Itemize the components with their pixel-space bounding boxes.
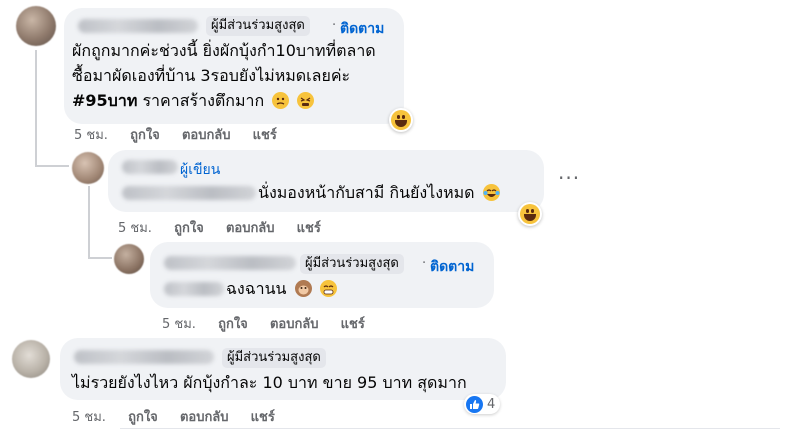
comment-text: ราคาสร้างตึกมาก xyxy=(142,91,265,110)
reply-button[interactable]: ตอบกลับ xyxy=(182,124,231,145)
comment-bubble: ผู้มีส่วนร่วมสูงสุด · ติดตาม ผักถูกมากค่… xyxy=(64,8,404,124)
like-button[interactable]: ถูกใจ xyxy=(128,406,158,427)
hashtag-link[interactable]: #95บาท xyxy=(72,91,137,110)
avatar[interactable] xyxy=(16,6,56,46)
comment-actions: 5 ชม. ถูกใจ ตอบกลับ แชร์ xyxy=(74,124,277,145)
tears-of-joy-icon xyxy=(482,184,500,201)
timestamp[interactable]: 5 ชม. xyxy=(72,406,106,427)
avatar[interactable] xyxy=(114,244,144,274)
avatar[interactable] xyxy=(12,340,50,378)
comment-text: ไม่รวยยังไงไหว ผักบุ้งกำละ 10 บาท ขาย 95… xyxy=(72,373,467,392)
avatar[interactable] xyxy=(72,152,104,184)
reply-button[interactable]: ตอบกลับ xyxy=(270,313,319,334)
comment-text: นั่งมองหน้ากับสามี กินยังไงหมด xyxy=(258,182,500,204)
monkey-face-icon xyxy=(294,280,312,297)
reply-button[interactable]: ตอบกลับ xyxy=(226,217,275,238)
separator-dot: · xyxy=(422,256,427,271)
top-fan-badge: ผู้มีส่วนร่วมสูงสุด xyxy=(222,348,326,368)
thread-line xyxy=(88,186,90,258)
top-fan-badge: ผู้มีส่วนร่วมสูงสุด xyxy=(300,254,404,274)
commenter-name[interactable] xyxy=(78,19,198,33)
like-count: 4 xyxy=(487,396,496,412)
like-button[interactable]: ถูกใจ xyxy=(218,313,248,334)
share-button[interactable]: แชร์ xyxy=(251,406,275,427)
more-dots-icon[interactable]: ··· xyxy=(558,166,580,190)
comment-bubble: ผู้มีส่วนร่วมสูงสุด ไม่รวยยังไงไหว ผักบุ… xyxy=(60,338,506,400)
share-button[interactable]: แชร์ xyxy=(297,217,321,238)
commenter-name[interactable] xyxy=(74,350,214,364)
grin-face-icon xyxy=(319,280,337,297)
comment-text-line-2: ซื้อมาผัดเองที่บ้าน 3รอบยังไม่หมดเลยค่ะ xyxy=(72,66,351,85)
top-fan-badge: ผู้มีส่วนร่วมสูงสุด xyxy=(206,16,310,36)
thread-line xyxy=(35,165,69,167)
share-button[interactable]: แชร์ xyxy=(253,124,277,145)
commenter-name[interactable] xyxy=(122,160,178,174)
reply-button[interactable]: ตอบกลับ xyxy=(180,406,229,427)
laughing-face-icon[interactable] xyxy=(389,108,413,132)
comment-text-line-1: ผักถูกมากค่ะช่วงนี้ ยิ่งผักบุ้งกำ10บาทที… xyxy=(72,41,376,60)
comment-text-line-3: #95บาท ราคาสร้างตึกมาก xyxy=(72,90,315,112)
comment-bubble: ผู้เขียน นั่งมองหน้ากับสามี กินยังไงหมด xyxy=(108,150,544,212)
tagged-name[interactable] xyxy=(122,186,256,200)
commenter-name[interactable] xyxy=(164,256,296,270)
comment-text: ฉงฉานน xyxy=(226,278,337,300)
separator-dot: · xyxy=(332,18,337,33)
grimace-face-icon xyxy=(272,92,290,109)
comment-actions: 5 ชม. ถูกใจ ตอบกลับ แชร์ xyxy=(162,313,365,334)
laughing-face-icon[interactable] xyxy=(518,202,542,226)
timestamp[interactable]: 5 ชม. xyxy=(118,217,152,238)
grimace-face-icon xyxy=(297,92,315,109)
like-button[interactable]: ถูกใจ xyxy=(130,124,160,145)
divider xyxy=(120,428,780,429)
timestamp[interactable]: 5 ชม. xyxy=(74,124,108,145)
thread-line xyxy=(35,50,37,166)
reaction-count[interactable]: 4 xyxy=(464,394,501,414)
share-button[interactable]: แชร์ xyxy=(341,313,365,334)
like-thumb-icon xyxy=(466,395,483,413)
comment-actions: 5 ชม. ถูกใจ ตอบกลับ แชร์ xyxy=(118,217,321,238)
follow-link[interactable]: ติดตาม xyxy=(340,18,384,40)
thread-line xyxy=(88,257,112,259)
follow-link[interactable]: ติดตาม xyxy=(430,256,474,278)
comment-bubble: ผู้มีส่วนร่วมสูงสุด · ติดตาม ฉงฉานน xyxy=(150,242,494,308)
comment-actions: 5 ชม. ถูกใจ ตอบกลับ แชร์ xyxy=(72,406,275,427)
tagged-name[interactable] xyxy=(164,282,224,296)
timestamp[interactable]: 5 ชม. xyxy=(162,313,196,334)
author-badge: ผู้เขียน xyxy=(180,162,221,178)
like-button[interactable]: ถูกใจ xyxy=(174,217,204,238)
